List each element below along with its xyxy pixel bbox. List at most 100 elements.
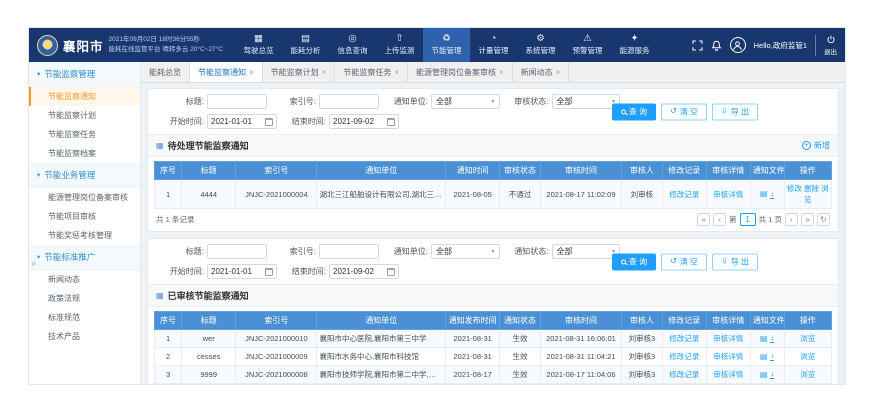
download-icon[interactable]: ↓ [770,334,774,343]
first-page-button[interactable]: « [697,213,710,226]
column-header[interactable]: 通知文件 [750,162,784,180]
column-header[interactable]: 序号 [155,312,182,330]
review-detail-link[interactable]: 审核详情 [713,334,743,343]
nav-item[interactable]: ⚠ 预警管理 [564,28,611,62]
prev-page-button[interactable]: ‹ [713,213,726,226]
close-icon[interactable]: × [394,68,399,77]
column-header[interactable]: 审核人 [622,312,663,330]
end-date-input[interactable]: 2021-09-02 [329,264,399,279]
column-header[interactable]: 通知发布时间 [446,312,500,330]
bell-icon[interactable] [711,40,722,51]
sidebar-item[interactable]: 节能监察任务 [29,125,140,144]
column-header[interactable]: 标题 [182,162,236,180]
nav-item[interactable]: ✦ 能源服务 [611,28,658,62]
download-icon[interactable]: ↓ [770,190,774,199]
close-icon[interactable]: × [249,68,254,77]
logout-button[interactable]: 退出 [815,35,837,56]
sidebar-item[interactable]: 节能监察计划 [29,106,140,125]
column-header[interactable]: 修改记录 [662,312,706,330]
clear-button[interactable]: ↺ 清 空 [661,103,707,120]
column-header[interactable]: 通知单位 [317,312,446,330]
view-link[interactable]: 浏览 [800,334,815,343]
sidebar-item[interactable]: 标准规范 [29,308,140,327]
sidebar-section-inspection[interactable]: ▾ 节能监察管理 [29,62,140,87]
column-header[interactable]: 通知文件 [750,312,784,330]
notice-file-icon[interactable]: ▤ [760,371,768,379]
nav-item[interactable]: ♻ 节能管理 [423,28,470,62]
index-no-input[interactable] [319,244,379,259]
sidebar-item[interactable]: 新闻动态 [29,270,140,289]
search-button[interactable]: 查 询 [612,103,656,120]
review-detail-link[interactable]: 审核详情 [713,370,743,379]
export-button[interactable]: ⇩ 导 出 [712,103,758,120]
sidebar-item[interactable]: 节能项目审核 [29,207,140,226]
column-header[interactable]: 审核时间 [540,312,621,330]
start-date-input[interactable]: 2021-01-01 [207,264,277,279]
nav-item[interactable]: ▦ 驾驶总览 [235,28,282,62]
tab[interactable]: 新闻动态 × [513,62,570,82]
clear-button[interactable]: ↺ 清 空 [661,253,707,270]
sidebar-item[interactable]: 能源管理岗位备案审核 [29,188,140,207]
modify-record-link[interactable]: 修改记录 [669,334,699,343]
column-header[interactable]: 序号 [155,162,182,180]
nav-item[interactable]: ⚙ 系统管理 [517,28,564,62]
column-header[interactable]: 操作 [784,312,831,330]
edit-link[interactable]: 修改 [787,184,802,193]
nav-item[interactable]: ⇧ 上传监测 [376,28,423,62]
column-header[interactable]: 审核状态 [500,162,541,180]
sidebar-section-standards[interactable]: ▾ 节能标准推广 [29,245,140,270]
notice-file-icon[interactable]: ▤ [760,335,768,343]
tab[interactable]: 能源管理岗位备案审核 × [408,62,513,82]
delete-link[interactable]: 删除 [804,184,819,193]
tab[interactable]: 节能监察计划 × [263,62,336,82]
index-no-input[interactable] [319,94,379,109]
sidebar-item[interactable]: 节能监察通知 [29,87,140,106]
status-select[interactable]: 全部 ▾ [552,94,621,109]
modify-record-link[interactable]: 修改记录 [669,370,699,379]
download-icon[interactable]: ↓ [770,352,774,361]
nav-item[interactable]: ▤ 能耗分析 [282,28,329,62]
fullscreen-icon[interactable] [692,40,703,51]
notice-file-icon[interactable]: ▤ [760,190,768,198]
close-icon[interactable]: × [556,68,561,77]
refresh-icon[interactable]: ↻ [817,213,830,226]
nav-item[interactable]: ◔ 计量管理 [470,28,517,62]
search-button[interactable]: 查 询 [612,253,656,270]
avatar[interactable] [730,37,746,53]
column-header[interactable]: 标题 [182,312,236,330]
title-input[interactable] [207,94,267,109]
column-header[interactable]: 通知单位 [317,162,446,180]
tab[interactable]: 节能监察通知 × [190,62,263,82]
review-detail-link[interactable]: 审核详情 [713,352,743,361]
sidebar-collapse-handle[interactable]: » [31,258,36,268]
view-link[interactable]: 浏览 [800,352,815,361]
column-header[interactable]: 审核时间 [540,162,621,180]
column-header[interactable]: 审核详情 [706,312,750,330]
column-header[interactable]: 通知时间 [446,162,500,180]
close-icon[interactable]: × [499,68,504,77]
sidebar-section-business[interactable]: ▾ 节能业务管理 [29,163,140,188]
column-header[interactable]: 审核详情 [706,162,750,180]
sidebar-item[interactable]: 节能奖惩考核管理 [29,226,140,245]
export-button[interactable]: ⇩ 导 出 [712,253,758,270]
tab[interactable]: 能耗总览 × [141,62,190,82]
title-input[interactable] [207,244,267,259]
column-header[interactable]: 修改记录 [662,162,706,180]
unit-select[interactable]: 全部 ▾ [431,94,500,109]
nav-item[interactable]: ◎ 信息查询 [329,28,376,62]
view-link[interactable]: 浏览 [800,370,815,379]
column-header[interactable]: 操作 [784,162,831,180]
sidebar-item[interactable]: 政策法规 [29,289,140,308]
sidebar-item[interactable]: 技术产品 [29,327,140,346]
close-icon[interactable]: × [322,68,327,77]
add-button[interactable]: + 新增 [802,140,830,151]
modify-record-link[interactable]: 修改记录 [669,352,699,361]
modify-record-link[interactable]: 修改记录 [669,190,699,199]
last-page-button[interactable]: » [801,213,814,226]
current-page[interactable]: 1 [740,213,756,226]
column-header[interactable]: 索引号 [236,162,317,180]
end-date-input[interactable]: 2021-09-02 [329,114,399,129]
tab[interactable]: 节能监察任务 × [335,62,408,82]
column-header[interactable]: 通知状态 [500,312,541,330]
unit-select[interactable]: 全部 ▾ [431,244,500,259]
